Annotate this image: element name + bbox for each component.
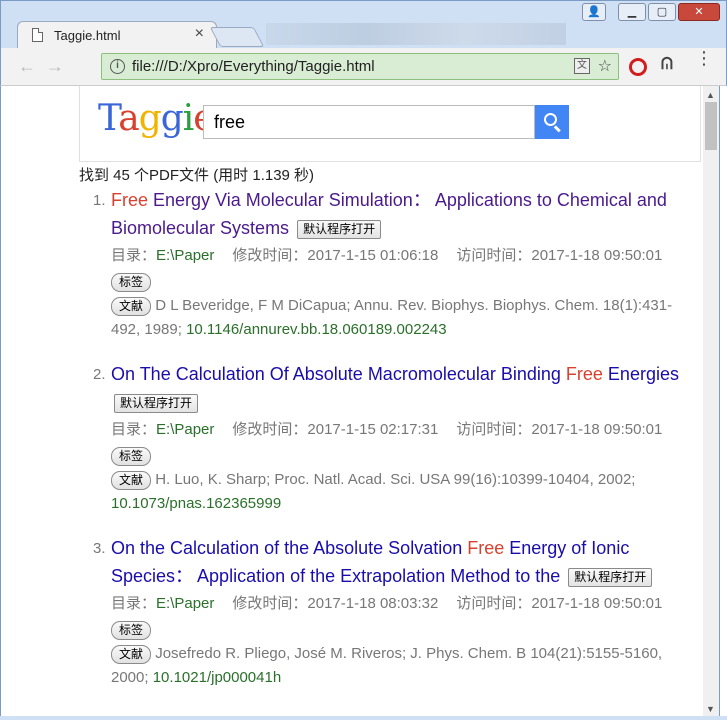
- result-title[interactable]: On the Calculation of the Absolute Solva…: [111, 534, 701, 590]
- bookmark-star-icon[interactable]: ☆: [598, 56, 612, 76]
- result-dir[interactable]: E:\Paper: [156, 247, 214, 264]
- doi-link[interactable]: 10.1073/pnas.162365999: [111, 495, 281, 512]
- maximize-button[interactable]: ▢: [648, 3, 676, 21]
- window-titlebar: Taggie.html × 👤 ▁ ▢ ✕: [0, 0, 727, 49]
- result-summary: 找到 45 个PDF文件 (用时 1.139 秒): [79, 167, 315, 184]
- open-default-button[interactable]: 默认程序打开: [114, 393, 199, 413]
- result-meta: 目录：E:\Paper 修改时间：2017-1-18 08:03:32 访问时间：2…: [111, 595, 663, 612]
- result-title[interactable]: On The Calculation Of Absolute Macromole…: [111, 360, 701, 416]
- result-number: 2.: [93, 366, 106, 383]
- back-button[interactable]: ←: [15, 54, 39, 78]
- highlight: Free: [111, 190, 149, 210]
- results-list: 1. Free Energy Via Molecular Simulation：…: [89, 186, 701, 708]
- result-number: 3.: [93, 540, 106, 557]
- result-meta: 目录：E:\Paper 修改时间：2017-1-15 02:17:31 访问时间：2…: [111, 421, 663, 438]
- result-dir[interactable]: E:\Paper: [156, 421, 214, 438]
- cite-button[interactable]: 文献: [111, 470, 152, 490]
- search-header: Taggie: [79, 86, 701, 162]
- close-tab-icon[interactable]: ×: [195, 25, 204, 43]
- scroll-down-icon[interactable]: ▼: [706, 704, 715, 714]
- shield-icon[interactable]: ᕬ: [661, 56, 673, 74]
- browser-toolbar: ← → i file:///D:/Xpro/Everything/Taggie.…: [0, 48, 727, 86]
- document-icon: [32, 28, 43, 42]
- cite-button[interactable]: 文献: [111, 644, 152, 664]
- scroll-thumb[interactable]: [705, 102, 717, 150]
- search-icon: [544, 113, 557, 126]
- doi-link[interactable]: 10.1021/jp000041h: [153, 669, 281, 686]
- search-button[interactable]: [535, 105, 569, 139]
- result-item: 3. On the Calculation of the Absolute So…: [89, 534, 701, 690]
- scroll-up-icon[interactable]: ▲: [706, 90, 715, 100]
- highlight: Free: [565, 364, 603, 384]
- result-item: 2. On The Calculation Of Absolute Macrom…: [89, 360, 701, 516]
- page-content: Taggie 找到 45 个PDF文件 (用时 1.139 秒) 1. Free…: [0, 86, 703, 716]
- result-number: 1.: [93, 192, 106, 209]
- window-controls: 👤 ▁ ▢ ✕: [582, 3, 720, 21]
- result-title[interactable]: Free Energy Via Molecular Simulation： Ap…: [111, 186, 701, 242]
- address-bar[interactable]: i file:///D:/Xpro/Everything/Taggie.html…: [101, 53, 619, 80]
- vertical-scrollbar[interactable]: ▲ ▼: [703, 86, 720, 716]
- window-bottom-edge: [0, 716, 727, 720]
- close-window-button[interactable]: ✕: [678, 3, 720, 21]
- taggie-logo: Taggie: [98, 98, 215, 139]
- tag-button[interactable]: 标签: [111, 620, 152, 640]
- doi-link[interactable]: 10.1146/annurev.bb.18.060189.002243: [186, 321, 447, 338]
- url-text[interactable]: file:///D:/Xpro/Everything/Taggie.html: [132, 58, 375, 75]
- user-icon[interactable]: 👤: [582, 3, 606, 21]
- result-meta: 目录：E:\Paper 修改时间：2017-1-15 01:06:18 访问时间：2…: [111, 247, 663, 264]
- citation: 文献 Josefredo R. Pliego, José M. Riveros;…: [111, 644, 663, 686]
- search-input[interactable]: [203, 105, 535, 139]
- opera-icon[interactable]: [629, 58, 647, 76]
- tag-button[interactable]: 标签: [111, 272, 152, 292]
- tab-title: Taggie.html: [54, 28, 121, 43]
- new-tab-button[interactable]: [209, 27, 265, 47]
- citation: 文献 H. Luo, K. Sharp; Proc. Natl. Acad. S…: [111, 470, 636, 512]
- result-item: 1. Free Energy Via Molecular Simulation：…: [89, 186, 701, 342]
- browser-tab[interactable]: Taggie.html ×: [17, 21, 217, 49]
- highlight: Free: [467, 538, 505, 558]
- tag-button[interactable]: 标签: [111, 446, 152, 466]
- menu-icon[interactable]: ⋮: [695, 49, 713, 67]
- open-default-button[interactable]: 默认程序打开: [568, 567, 653, 587]
- forward-button[interactable]: →: [43, 54, 67, 78]
- minimize-button[interactable]: ▁: [618, 3, 646, 21]
- info-icon[interactable]: i: [110, 59, 125, 74]
- citation: 文献 D L Beveridge, F M DiCapua; Annu. Rev…: [111, 296, 673, 338]
- translate-icon[interactable]: 文: [574, 58, 590, 74]
- cite-button[interactable]: 文献: [111, 296, 152, 316]
- open-default-button[interactable]: 默认程序打开: [297, 219, 382, 239]
- result-dir[interactable]: E:\Paper: [156, 595, 214, 612]
- blurred-region: [266, 23, 566, 45]
